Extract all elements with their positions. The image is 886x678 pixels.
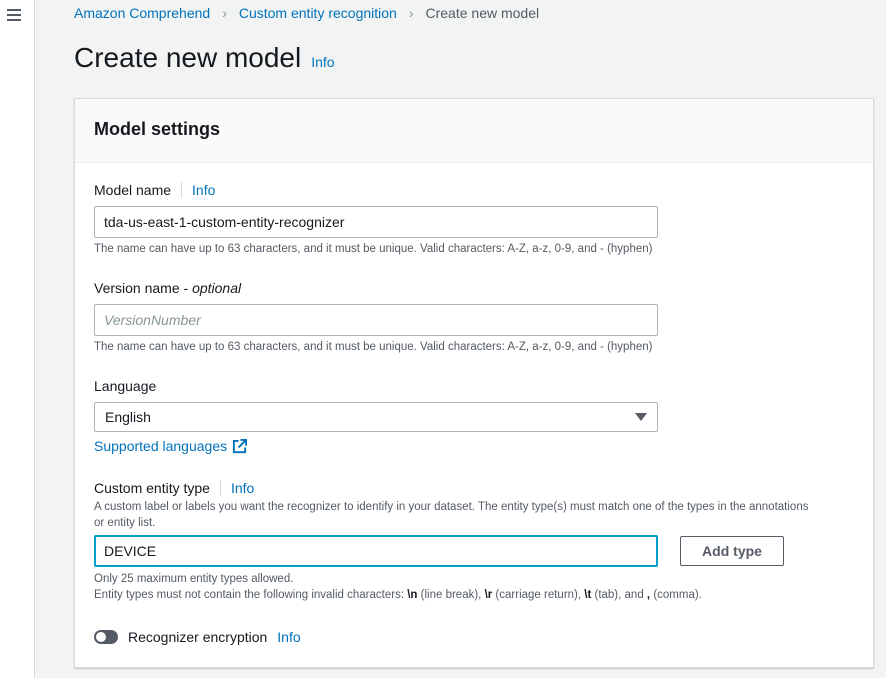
page-header: Create new model Info: [74, 42, 335, 74]
external-link-icon: [233, 438, 248, 453]
version-name-label: Version name -: [94, 280, 193, 296]
breadcrumb-link-amazon-comprehend[interactable]: Amazon Comprehend: [74, 5, 210, 21]
side-navigation-rail: [0, 0, 35, 678]
chevron-right-icon: ›: [222, 5, 227, 21]
version-name-optional: optional: [192, 280, 242, 296]
panel-title: Model settings: [94, 119, 221, 139]
version-name-input[interactable]: [94, 304, 658, 336]
model-name-hint: The name can have up to 63 characters, a…: [94, 243, 653, 255]
custom-entity-type-field: Custom entity type Info: [94, 480, 254, 496]
custom-entity-type-input[interactable]: [94, 535, 658, 567]
language-select[interactable]: English: [94, 402, 658, 432]
model-name-input[interactable]: [94, 206, 658, 238]
page-info-link[interactable]: Info: [311, 54, 334, 70]
menu-icon[interactable]: [7, 9, 21, 24]
model-name-label: Model name: [94, 182, 172, 198]
entity-type-invalid-chars-hint: Entity types must not contain the follow…: [94, 589, 702, 601]
panel-header: Model settings: [75, 99, 873, 163]
version-name-hint: The name can have up to 63 characters, a…: [94, 341, 653, 353]
version-name-field: Version name - optional: [94, 280, 241, 296]
toggle-knob: [96, 632, 106, 642]
model-name-field: Model name Info: [94, 182, 215, 198]
breadcrumb-current: Create new model: [425, 5, 540, 21]
language-label: Language: [94, 378, 157, 394]
label-divider: [219, 480, 221, 496]
custom-entity-type-description: A custom label or labels you want the re…: [94, 501, 809, 529]
label-divider: [181, 182, 183, 198]
recognizer-encryption-field: Recognizer encryption Info: [94, 629, 301, 645]
language-selected-value: English: [105, 409, 151, 425]
add-type-button[interactable]: Add type: [680, 536, 784, 566]
model-name-info-link[interactable]: Info: [192, 182, 215, 198]
recognizer-encryption-toggle[interactable]: [94, 630, 118, 644]
caret-down-icon: [635, 413, 647, 421]
custom-entity-type-info-link[interactable]: Info: [231, 480, 254, 496]
breadcrumb: Amazon Comprehend › Custom entity recogn…: [74, 5, 539, 21]
recognizer-encryption-label: Recognizer encryption: [128, 629, 268, 645]
page-title: Create new model: [74, 42, 302, 73]
custom-entity-type-label: Custom entity type: [94, 480, 210, 496]
recognizer-encryption-info-link[interactable]: Info: [277, 629, 300, 645]
model-settings-panel: Model settings Model name Info The name …: [74, 98, 874, 668]
breadcrumb-link-custom-entity-recognition[interactable]: Custom entity recognition: [239, 5, 397, 21]
chevron-right-icon: ›: [408, 5, 414, 21]
supported-languages-link[interactable]: Supported languages: [94, 438, 248, 454]
entity-type-limit-hint: Only 25 maximum entity types allowed.: [94, 573, 294, 585]
supported-languages-label: Supported languages: [94, 438, 228, 454]
